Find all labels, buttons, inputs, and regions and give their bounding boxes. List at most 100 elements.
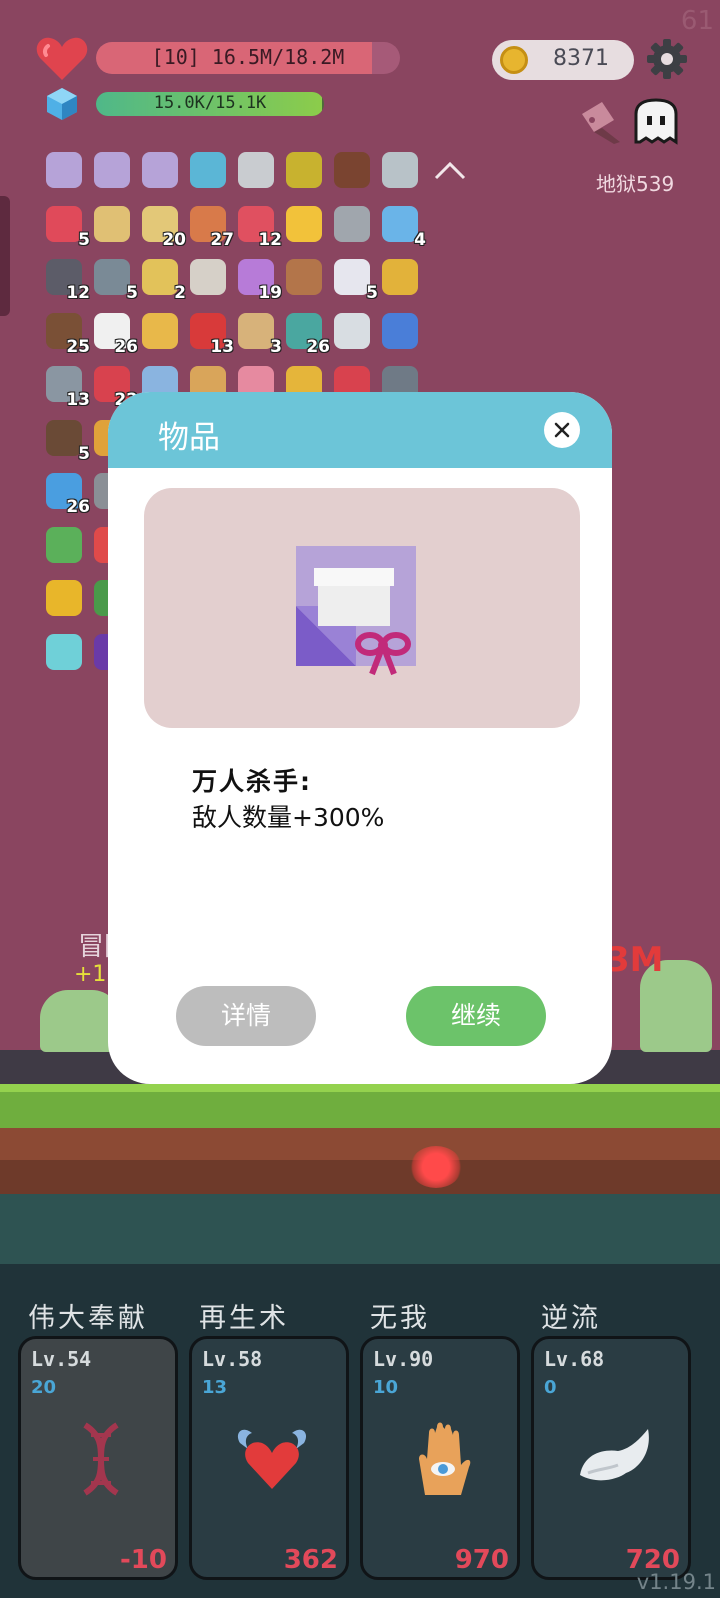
inventory-slot[interactable]: 3 [236,311,282,357]
inventory-slot[interactable]: 19 [236,257,282,303]
damage-number: 3M [606,940,664,980]
hp-text: [10] 16.5M/18.2M [151,45,345,69]
cleaver-icon[interactable] [576,100,624,144]
dna-icon [61,1419,141,1499]
dirt-layer-dark [0,1160,720,1194]
skill-name: 逆流 [541,1303,601,1334]
inventory-slot[interactable]: 12 [44,257,90,303]
parchment-icon [238,312,274,349]
inventory-slot[interactable] [332,311,372,351]
skill-card[interactable]: Lv.54 20 -10 [18,1336,178,1580]
mushroom-icon [334,152,370,188]
inventory-slot[interactable]: 2 [140,257,186,303]
inventory-slot[interactable]: 5 [92,257,138,303]
inventory-slot[interactable] [188,150,228,190]
skill-level: Lv.90 [373,1347,434,1371]
skill-name: 伟大奉献 [28,1303,148,1334]
inventory-slot[interactable] [332,204,372,244]
gem-icon [47,88,77,120]
skill-level: Lv.58 [202,1347,263,1371]
inventory-slot[interactable] [44,632,84,672]
item-name: 万人杀手: [192,767,312,796]
ghost-mode-icon[interactable] [632,98,680,146]
inventory-slot[interactable]: 26 [284,311,330,357]
inventory-slot[interactable] [92,150,132,190]
item-count: 19 [258,283,282,303]
skill-name: 再生术 [199,1303,289,1334]
inventory-slot[interactable]: 27 [188,204,234,250]
inventory-slot[interactable]: 5 [332,257,378,303]
item-effect: 敌人数量+300% [192,803,385,832]
details-button[interactable]: 详情 [176,986,316,1046]
inventory-slot[interactable] [332,150,372,190]
gear-icon[interactable] [646,38,688,80]
inventory-slot[interactable]: 5 [44,204,90,250]
inventory-slot[interactable] [284,204,324,244]
item-count: 25 [66,336,90,357]
syringe-icon [382,205,418,242]
inventory-slot[interactable] [380,150,420,190]
inventory-slot[interactable] [44,578,84,618]
inventory-slot[interactable]: 13 [188,311,234,357]
inventory-slot[interactable]: 13 [44,364,90,410]
skill-level: Lv.54 [31,1347,92,1371]
gift-card-icon [142,152,178,188]
grass-edge [0,1084,720,1092]
skill-card[interactable]: Lv.90 10 970 [360,1336,520,1580]
item-count: 12 [258,229,282,250]
inventory-slot[interactable]: 20 [140,204,186,250]
side-drawer-handle[interactable] [0,196,10,316]
inventory-slot[interactable] [188,257,228,297]
skill-card[interactable]: Lv.58 13 362 [189,1336,349,1580]
water-layer [0,1194,720,1264]
inventory-slot[interactable] [236,150,276,190]
skill-cost: 0 [544,1377,557,1398]
skill-cost: 20 [31,1377,57,1398]
sun-icon [286,205,322,242]
skill-value: 362 [283,1545,338,1575]
coin-counter: 8371 [492,40,634,80]
item-count: 12 [66,283,90,303]
version-label: v1.19.1 [636,1570,716,1594]
inventory-slot[interactable] [140,311,180,351]
item-count: 3 [270,336,282,357]
hp-bar: [10] 16.5M/18.2M [96,42,400,74]
inventory-slot[interactable] [92,204,132,244]
ring-icon [142,259,178,295]
chevron-up-icon[interactable] [432,160,468,180]
inventory-slot[interactable]: 26 [44,471,90,517]
inventory-slot[interactable] [44,150,84,190]
beer-icon [142,312,178,349]
safety-pin-icon [238,152,274,188]
inventory-slot[interactable] [140,150,180,190]
inventory-slot[interactable] [44,525,84,565]
item-count: 2 [174,283,186,303]
inventory-slot[interactable]: 25 [44,311,90,357]
item-count: 26 [66,497,90,517]
skill-cost: 10 [373,1377,399,1398]
inventory-slot[interactable] [380,257,420,297]
inventory-slot[interactable]: 12 [236,204,282,250]
inventory-slot[interactable] [380,311,420,351]
item-count: 5 [366,283,378,303]
continue-button[interactable]: 继续 [406,986,546,1046]
inventory-slot[interactable] [284,150,324,190]
sunflower-icon [46,580,82,616]
molecule-icon [190,259,226,295]
item-count: 5 [78,229,90,250]
item-count: 13 [210,336,234,357]
inventory-slot[interactable]: 5 [44,418,90,464]
lightbulb-icon [334,312,370,349]
fps-counter: 61 [680,6,714,36]
coin-icon [500,46,528,74]
inventory-slot[interactable]: 26 [92,311,138,357]
blood-splatter [410,1146,462,1188]
skill-card[interactable]: Lv.68 0 720 [531,1336,691,1580]
egg-icon [286,152,322,188]
item-count: 13 [66,390,90,410]
coconut-icon [46,419,82,456]
inventory-slot[interactable]: 4 [380,204,426,250]
inventory-slot[interactable] [284,257,324,297]
strawberry-icon [46,205,82,242]
close-button[interactable] [544,412,580,448]
